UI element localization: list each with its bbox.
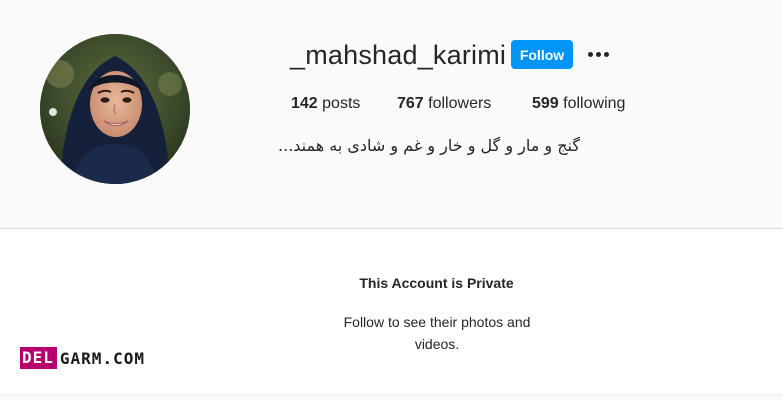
watermark-boxed-text: DEL (20, 347, 57, 369)
watermark-logo: DEL GARM.COM (20, 347, 145, 369)
followers-count[interactable]: 767 followers (397, 95, 491, 113)
posts-count-value: 142 (291, 95, 318, 112)
private-account-title: This Account is Private (359, 275, 514, 291)
avatar-image (40, 34, 190, 184)
posts-count: 142 posts (291, 95, 360, 113)
following-count-label: following (563, 95, 626, 112)
private-account-subtitle: Follow to see their photos and videos. (343, 314, 531, 352)
profile-avatar[interactable] (40, 34, 190, 184)
bottom-edge (0, 394, 783, 400)
followers-count-value: 767 (397, 95, 424, 112)
follow-button[interactable]: Follow (511, 40, 573, 69)
followers-count-label: followers (428, 95, 492, 112)
profile-username: _mahshad_karimi (290, 40, 507, 70)
profile-bio: گنج و مار و گل و خار و غم و شادی به همند… (278, 136, 580, 155)
more-options-icon[interactable] (586, 44, 610, 64)
watermark-text: GARM.COM (59, 348, 145, 368)
posts-count-label: posts (322, 95, 361, 112)
following-count[interactable]: 599 following (532, 95, 625, 113)
profile-header: _mahshad_karimi Follow 142 posts 767 fol… (0, 0, 783, 228)
following-count-value: 599 (532, 95, 559, 112)
private-account-panel: This Account is Private Follow to see th… (0, 229, 783, 394)
